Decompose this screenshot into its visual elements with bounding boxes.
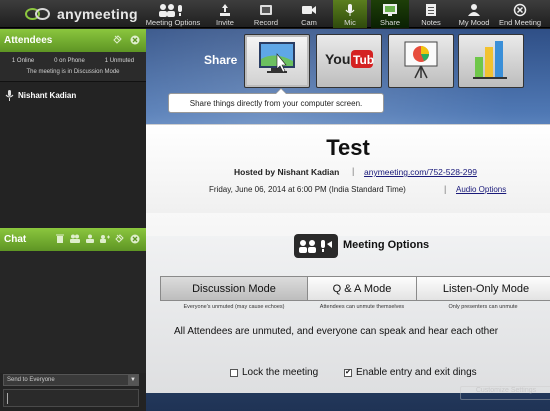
customize-settings-button[interactable]: Customize Settings [460, 386, 550, 400]
hosted-by: Hosted by Nishant Kadian [234, 167, 340, 177]
audio-options-link[interactable]: Audio Options [456, 185, 506, 194]
chat-messages [0, 251, 146, 373]
attendees-header: Attendees [0, 29, 146, 52]
toolbar-record[interactable]: Record [249, 0, 283, 28]
screen-share-icon [255, 39, 299, 84]
toolbar-invite[interactable]: Invite [208, 0, 242, 28]
logo-mark-icon [25, 7, 53, 21]
share-presentation-tile[interactable] [388, 34, 454, 88]
chat-title: Chat [4, 234, 27, 245]
chat-input[interactable] [3, 389, 139, 407]
meeting-title: Test [326, 135, 370, 160]
listen-only-mode-button[interactable]: Listen-Only Mode [416, 276, 550, 301]
mode-label: Listen-Only Mode [442, 282, 530, 295]
meeting-link[interactable]: anymeeting.com/752-528-299 [364, 167, 477, 177]
record-icon [259, 2, 273, 18]
group-icon[interactable] [84, 233, 95, 244]
toolbar-end-meeting[interactable]: End Meeting [497, 0, 543, 28]
toolbar-notes[interactable]: Notes [414, 0, 448, 28]
qa-mode-button[interactable]: Q & A Mode [307, 276, 417, 301]
mode-label: Discussion Mode [192, 282, 276, 295]
toolbar-cam[interactable]: Cam [292, 0, 326, 28]
trash-icon[interactable] [54, 233, 65, 244]
mic-icon [344, 2, 356, 18]
lock-checkbox[interactable] [230, 368, 238, 377]
meeting-options-title: Meeting Options [343, 239, 430, 251]
chart-document-icon [469, 37, 513, 86]
list-item[interactable]: Nishant Kadian [0, 82, 146, 101]
meeting-options-icon [294, 234, 338, 258]
my-mood-icon [467, 2, 481, 18]
meeting-options-icon [158, 2, 188, 18]
toolbar-label: End Meeting [498, 18, 542, 27]
share-tooltip: Share things directly from your computer… [168, 88, 384, 113]
main-stage: Share YouTube Share things directly from… [146, 29, 550, 411]
toolbar-label: Cam [301, 18, 317, 27]
svg-text:Tube: Tube [353, 53, 374, 67]
discussion-mode-button[interactable]: Discussion Mode [160, 276, 308, 301]
lock-label: Lock the meeting [242, 367, 319, 378]
share-label: Share [204, 53, 238, 67]
close-icon[interactable] [129, 233, 140, 244]
send-to-value: Send to Everyone [7, 377, 55, 383]
people-icon[interactable] [69, 233, 80, 244]
meeting-mode-note: The meeting is in Discussion Mode [0, 66, 146, 82]
dings-checkbox[interactable]: ✔ [344, 368, 352, 377]
toolbar-my-mood[interactable]: My Mood [455, 0, 493, 28]
share-youtube-tile[interactable]: YouTube [316, 34, 382, 88]
tooltip-text: Share things directly from your computer… [189, 98, 363, 108]
top-toolbar: anymeeting Meeting Options Invite Record… [0, 0, 550, 28]
app-logo: anymeeting [25, 5, 138, 23]
close-icon[interactable] [129, 34, 140, 45]
dings-option[interactable]: ✔ Enable entry and exit dings [344, 367, 477, 378]
mode-note: Everyone's unmuted (may cause echoes) [183, 304, 285, 310]
pin-icon[interactable] [114, 233, 125, 244]
mic-icon [5, 90, 14, 101]
separator: | [444, 184, 447, 194]
mode-note: Attendees can unmute themselves [319, 304, 405, 310]
attendees-title: Attendees [4, 35, 53, 46]
share-document-tile[interactable] [458, 34, 524, 88]
invite-icon [218, 2, 232, 18]
send-to-select[interactable]: Send to Everyone ▼ [3, 374, 139, 386]
end-meeting-icon [513, 2, 527, 18]
meeting-datetime: Friday, June 06, 2014 at 6:00 PM (India … [209, 185, 406, 194]
dings-label: Enable entry and exit dings [356, 367, 477, 378]
mode-description: All Attendees are unmuted, and everyone … [174, 326, 499, 337]
online-count: 1 Online [11, 58, 35, 64]
toolbar-label: My Mood [458, 18, 490, 27]
svg-text:You: You [325, 51, 350, 67]
lock-meeting-option[interactable]: Lock the meeting [230, 367, 318, 378]
chevron-down-icon: ▼ [128, 375, 138, 385]
youtube-icon: YouTube [324, 48, 381, 75]
attendee-stats: 1 Online 0 on Phone 1 Unmuted [0, 52, 146, 66]
share-icon [382, 2, 398, 18]
mode-label: Q & A Mode [332, 282, 392, 295]
toolbar-mic[interactable]: Mic [333, 0, 367, 28]
toolbar-label: Mic [344, 18, 356, 27]
share-screen-tile[interactable] [244, 34, 310, 88]
settings-icon[interactable] [99, 233, 110, 244]
mode-note: Only presenters can unmute [448, 304, 518, 310]
separator: | [352, 166, 355, 176]
toolbar-label: Invite [216, 18, 234, 27]
chat-header: Chat [0, 228, 146, 251]
pin-icon[interactable] [112, 34, 123, 45]
notes-icon [425, 2, 437, 18]
toolbar-label: Record [253, 18, 279, 27]
toolbar-label: Meeting Options [145, 18, 201, 27]
unmuted-count: 1 Unmuted [104, 58, 135, 64]
toolbar-label: Share [379, 18, 400, 27]
cam-icon [301, 2, 317, 18]
toolbar-meeting-options[interactable]: Meeting Options [146, 0, 200, 28]
attendee-name: Nishant Kadian [18, 91, 77, 100]
logo-text: anymeeting [57, 6, 138, 22]
phone-count: 0 on Phone [54, 58, 85, 64]
presentation-icon [399, 38, 443, 85]
toolbar-share[interactable]: Share [371, 0, 409, 28]
toolbar-label: Notes [421, 18, 441, 27]
